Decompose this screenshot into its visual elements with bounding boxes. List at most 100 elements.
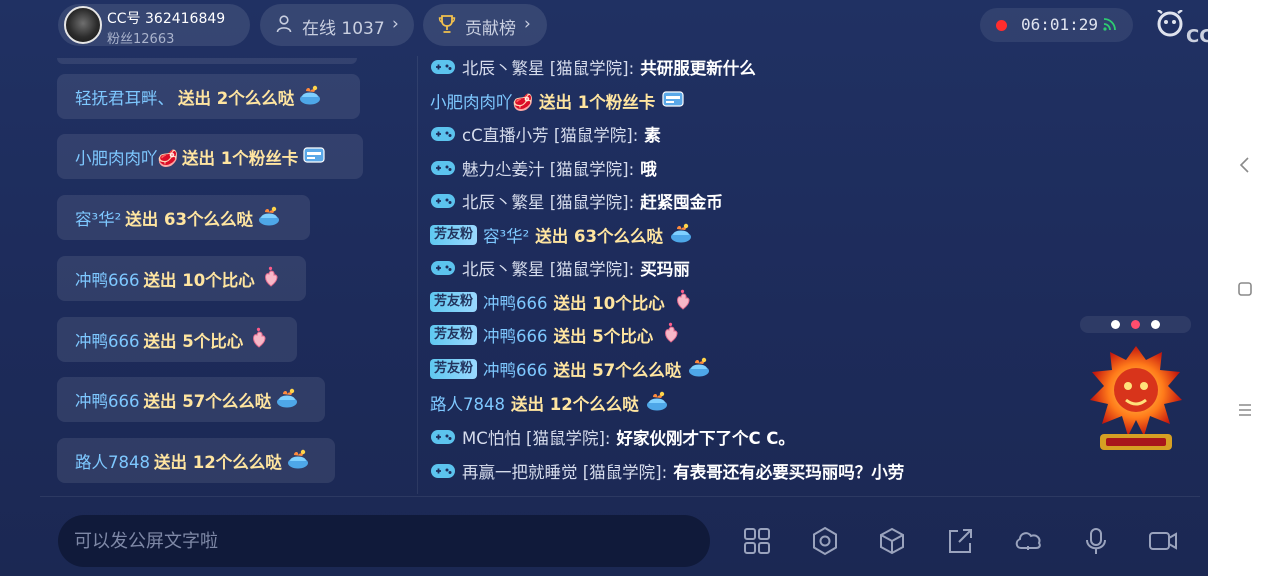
gift-text: 送出 1个粉丝卡: [182, 148, 299, 168]
chat-text: 赶紧囤金币: [640, 193, 723, 212]
gift-sender[interactable]: 冲鸭666: [75, 388, 140, 412]
gamepad-icon: [431, 127, 455, 141]
gift-card: 冲鸭666 送出 10个比心: [57, 256, 306, 301]
share-icon[interactable]: [945, 526, 975, 556]
chat-text: 好家伙刚才下了个C C。: [616, 429, 795, 448]
gift-text: 送出 63个么么哒: [125, 209, 253, 229]
gift-message: 芳友粉 容³华² 送出 63个么么哒: [430, 223, 693, 247]
chat-username[interactable]: 北辰丶繁星 [猫鼠学院]:: [462, 189, 634, 213]
live-duration: 06:01:29: [1021, 15, 1099, 34]
gift-text: 送出 2个么么哒: [178, 88, 295, 108]
gamepad-icon: [431, 194, 455, 208]
gift-sender[interactable]: 小肥肉肉吖🥩: [75, 145, 178, 169]
gift-sender[interactable]: 路人7848: [75, 449, 150, 473]
kiss-gift-icon: [275, 387, 299, 413]
gift-message: 路人7848 送出 12个么么哒: [430, 391, 669, 415]
signal-icon: [1103, 18, 1116, 31]
chat-username[interactable]: 北辰丶繁星 [猫鼠学院]:: [462, 256, 634, 280]
chat-text: 共研服更新什么: [640, 59, 756, 78]
chat-message: 北辰丶繁星 [猫鼠学院]: 买玛丽: [430, 256, 690, 280]
chat-message: 北辰丶繁星 [猫鼠学院]: 赶紧囤金币: [430, 189, 723, 213]
chat-text: 哦: [640, 160, 657, 179]
cube-icon[interactable]: [877, 526, 907, 556]
chat-input[interactable]: [58, 515, 710, 567]
gift-message: 芳友粉 冲鸭666 送出 10个比心: [430, 289, 695, 314]
gift-sender[interactable]: 小肥肉肉吖🥩: [430, 89, 533, 113]
user-icon: [276, 15, 292, 33]
fan-badge: 芳友粉: [430, 359, 478, 379]
gift-sender[interactable]: 容³华²: [75, 206, 121, 230]
gift-message: 芳友粉 冲鸭666 送出 57个么么哒: [430, 357, 711, 381]
fan-card-icon: [661, 88, 685, 114]
fan-badge: 芳友粉: [430, 292, 478, 312]
divider: [40, 496, 1200, 497]
contribution-rank-label: 贡献榜: [465, 19, 516, 39]
chat-text: 买玛丽: [640, 260, 690, 279]
home-icon[interactable]: [1236, 280, 1254, 298]
anchor-fans: 粉丝12663: [107, 32, 175, 47]
gift-card: 小肥肉肉吖🥩 送出 1个粉丝卡: [57, 134, 363, 179]
chat-username[interactable]: 北辰丶繁星 [猫鼠学院]:: [462, 55, 634, 79]
kiss-gift-icon: [286, 448, 310, 474]
chat-text: 有表哥还有必要买玛丽吗？小劳: [673, 463, 905, 482]
gift-sender[interactable]: 冲鸭666: [483, 290, 548, 314]
gift-sender[interactable]: 轻抚君耳畔、: [75, 85, 174, 109]
gift-sender[interactable]: 冲鸭666: [75, 328, 140, 352]
kiss-gift-icon: [645, 390, 669, 416]
gift-text: 送出 5个比心: [143, 331, 244, 351]
chat-message: 魅力尐姜汁 [猫鼠学院]: 哦: [430, 156, 657, 180]
chat-username[interactable]: 魅力尐姜汁 [猫鼠学院]:: [462, 156, 634, 180]
gift-text: 送出 10个比心: [553, 294, 665, 313]
pager-dot[interactable]: [1111, 320, 1120, 329]
pager-dot[interactable]: [1151, 320, 1160, 329]
pager-dot-active[interactable]: [1131, 320, 1140, 329]
activity-banner-lion-icon[interactable]: [1082, 340, 1190, 456]
kiss-gift-icon: [687, 356, 711, 382]
chat-message: 再赢一把就睡觉 [猫鼠学院]: 有表哥还有必要买玛丽吗？小劳: [430, 459, 904, 483]
chat-username[interactable]: 再赢一把就睡觉 [猫鼠学院]:: [462, 459, 667, 483]
kiss-gift-icon: [669, 222, 693, 248]
chat-message: 北辰丶繁星 [猫鼠学院]: 共研服更新什么: [430, 55, 756, 79]
gift-card-partial: [57, 58, 357, 64]
gift-message: 芳友粉 冲鸭666 送出 5个比心: [430, 322, 683, 347]
gift-card: 冲鸭666 送出 5个比心: [57, 317, 297, 362]
settings-icon[interactable]: [810, 526, 840, 556]
gift-text: 送出 12个么么哒: [511, 395, 639, 414]
gift-card: 容³华² 送出 63个么么哒: [57, 195, 310, 240]
gift-sender[interactable]: 路人7848: [430, 391, 505, 415]
gift-card: 轻抚君耳畔、 送出 2个么么哒: [57, 74, 360, 119]
gift-card: 冲鸭666 送出 57个么么哒: [57, 377, 325, 422]
gift-text: 送出 57个么么哒: [553, 361, 682, 380]
gift-sender[interactable]: 容³华²: [483, 223, 529, 247]
gift-sender[interactable]: 冲鸭666: [75, 267, 140, 291]
avatar[interactable]: [64, 6, 102, 44]
gift-text: 送出 57个么么哒: [143, 391, 272, 411]
chat-message: cC直播小芳 [猫鼠学院]: 素: [430, 122, 661, 146]
grid-icon[interactable]: [742, 526, 772, 556]
fan-badge: 芳友粉: [430, 325, 478, 345]
recents-icon[interactable]: [1236, 401, 1254, 419]
gamepad-icon: [431, 261, 455, 275]
gamepad-icon: [431, 430, 455, 444]
gift-text: 送出 12个么么哒: [154, 452, 282, 472]
gift-sender[interactable]: 冲鸭666: [483, 357, 548, 381]
heart-hand-icon: [247, 327, 271, 353]
chat-username[interactable]: cC直播小芳 [猫鼠学院]:: [462, 122, 638, 146]
gamepad-icon: [431, 161, 455, 175]
gamepad-icon: [431, 464, 455, 478]
fan-card-icon: [302, 144, 326, 170]
divider: [417, 56, 418, 494]
cloud-heart-icon[interactable]: [1013, 526, 1043, 556]
microphone-icon[interactable]: [1081, 526, 1111, 556]
heart-hand-icon: [259, 266, 283, 292]
chat-text: 素: [644, 126, 661, 145]
video-icon[interactable]: [1148, 526, 1178, 556]
chat-message: MC怕怕 [猫鼠学院]: 好家伙刚才下了个C C。: [430, 425, 795, 449]
gift-text: 送出 5个比心: [553, 327, 654, 346]
kiss-gift-icon: [257, 205, 281, 231]
kiss-gift-icon: [298, 84, 322, 110]
gamepad-icon: [431, 60, 455, 74]
back-icon[interactable]: [1236, 156, 1254, 174]
chat-username[interactable]: MC怕怕 [猫鼠学院]:: [462, 425, 610, 449]
gift-sender[interactable]: 冲鸭666: [483, 323, 548, 347]
